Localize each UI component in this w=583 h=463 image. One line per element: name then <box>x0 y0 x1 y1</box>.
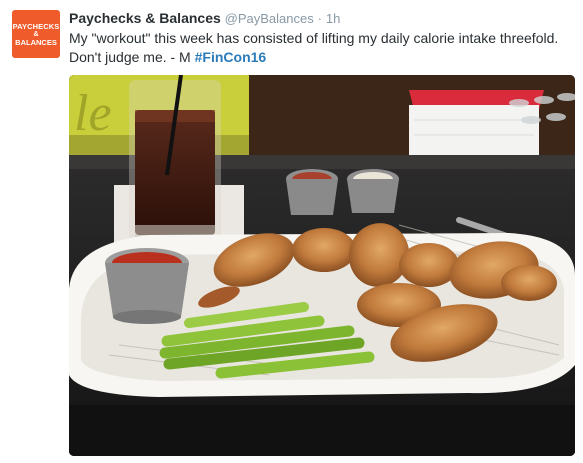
avatar-text-line-2: & <box>33 30 39 38</box>
svg-text:le: le <box>74 85 112 142</box>
avatar[interactable]: PAYCHECKS & BALANCES <box>12 10 60 58</box>
photo-wings-celery-icon: le <box>69 75 575 456</box>
hashtag-link[interactable]: #FinCon16 <box>195 49 267 65</box>
avatar-text-line-3: BALANCES <box>15 37 57 47</box>
tweet-photo[interactable]: le <box>69 75 575 456</box>
display-name[interactable]: Paychecks & Balances <box>69 10 221 26</box>
user-handle[interactable]: @PayBalances <box>225 11 314 26</box>
separator-dot: · <box>317 11 322 26</box>
tweet-body-text: My "workout" this week has consisted of … <box>69 30 559 65</box>
tweet-text: My "workout" this week has consisted of … <box>69 29 574 67</box>
timestamp[interactable]: 1h <box>326 11 340 26</box>
avatar-text-line-1: PAYCHECKS <box>12 21 60 31</box>
tweet-card: PAYCHECKS & BALANCES Paychecks & Balance… <box>0 0 583 463</box>
tweet-header: Paychecks & Balances @PayBalances · 1h <box>69 9 340 28</box>
